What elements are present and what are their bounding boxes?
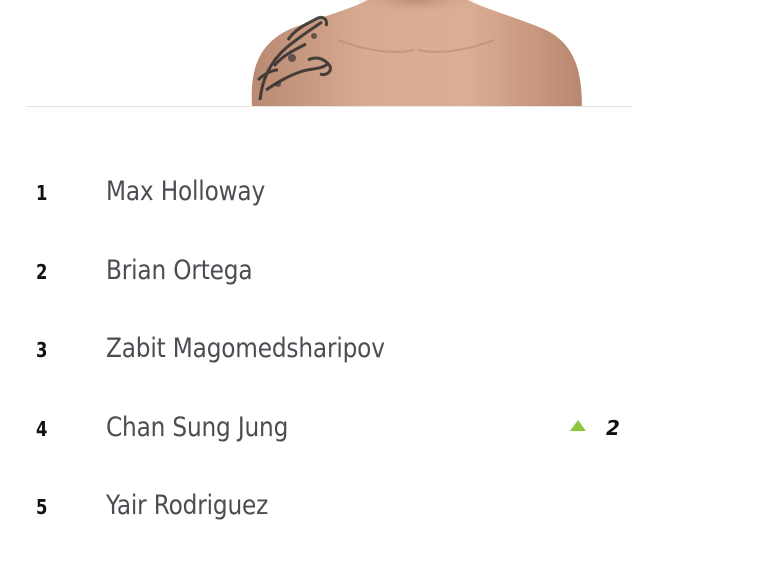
ranking-row[interactable]: 3 Zabit Magomedsharipov	[0, 313, 760, 392]
ranking-row[interactable]: 5 Yair Rodriguez	[0, 470, 760, 549]
rank-number: 2	[36, 259, 48, 284]
rankings-list: 1 Max Holloway 2 Brian Ortega 3 Zabit Magomed…	[0, 156, 760, 549]
section-divider	[26, 106, 632, 107]
up-arrow-icon	[570, 420, 586, 431]
ranking-row[interactable]: 1 Max Holloway	[0, 156, 760, 235]
fighter-name-link[interactable]: Zabit Magomedsharipov	[106, 333, 385, 364]
fighter-name-link[interactable]: Chan Sung Jung	[106, 412, 288, 443]
fighter-name-link[interactable]: Brian Ortega	[106, 255, 253, 286]
rank-number: 5	[36, 495, 48, 519]
movement-value: 2	[606, 415, 620, 440]
rank-number: 1	[36, 181, 48, 205]
rank-movement: 2	[570, 416, 620, 440]
champion-photo	[251, 0, 582, 106]
rank-number: 4	[36, 416, 48, 441]
fighter-name-link[interactable]: Max Holloway	[106, 176, 265, 207]
fighter-name-link[interactable]: Yair Rodriguez	[106, 490, 268, 521]
ranking-row[interactable]: 2 Brian Ortega	[0, 235, 760, 314]
ranking-row[interactable]: 4 Chan Sung Jung 2	[0, 392, 760, 471]
rank-number: 3	[36, 338, 48, 362]
